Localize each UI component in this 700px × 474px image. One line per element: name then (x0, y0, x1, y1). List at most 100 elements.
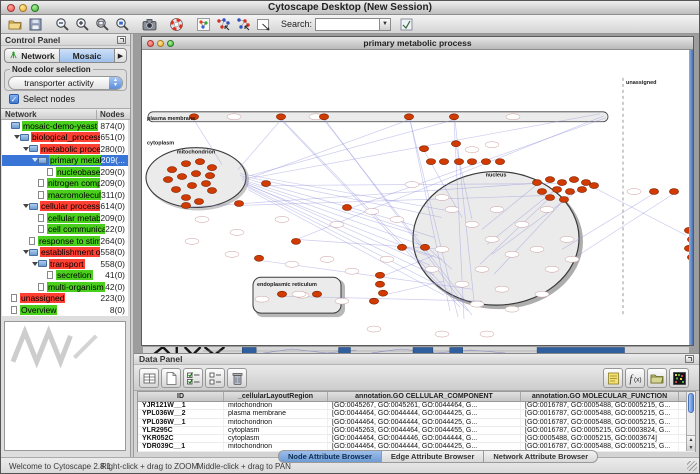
tree-item-cell-communicat[interactable]: cell communicat22(0) (2, 224, 128, 236)
node-label-oval[interactable] (530, 246, 544, 252)
node-label-oval[interactable] (285, 261, 299, 267)
table-row[interactable]: YLR295Ccytoplasm[GO:0045263, GO:0044464,… (138, 427, 695, 435)
network-node[interactable] (312, 291, 321, 297)
network-node[interactable] (167, 167, 176, 173)
network-node[interactable] (291, 238, 300, 244)
network-node[interactable] (378, 290, 387, 296)
tree-item-mosaic-demo-yeast[interactable]: mosaic-demo-yeast874(0) (2, 120, 128, 132)
create-attribute-icon[interactable] (161, 368, 181, 388)
node-label-oval[interactable] (227, 114, 241, 120)
network-node[interactable] (369, 298, 378, 304)
tree-item-unassigned[interactable]: unassigned223(0) (2, 293, 128, 305)
maximize-icon[interactable] (167, 40, 174, 47)
tree-item-establishment-of-lo[interactable]: establishment of lo558(0) (2, 247, 128, 259)
resize-grip[interactable] (687, 461, 697, 471)
node-label-oval[interactable] (485, 236, 499, 242)
zoom-out-icon[interactable] (52, 16, 72, 33)
node-label-oval[interactable] (195, 216, 209, 222)
node-label-oval[interactable] (380, 256, 394, 262)
node-label-oval[interactable] (540, 206, 554, 212)
zoom-in-icon[interactable] (72, 16, 92, 33)
network-node[interactable] (454, 159, 463, 165)
select-nodes-checkbox[interactable]: ✓ (9, 94, 19, 104)
node-label-oval[interactable] (535, 291, 549, 297)
node-label-oval[interactable] (505, 306, 519, 312)
node-label-oval[interactable] (465, 221, 479, 227)
node-label-oval[interactable] (475, 266, 489, 272)
tab-mosaic[interactable]: Mosaic (59, 48, 114, 63)
save-icon[interactable] (25, 16, 45, 33)
table-row[interactable]: YPL036W__1mitochondrion[GO:0044464, GO:0… (138, 419, 695, 427)
table-scrollbar[interactable]: ▲▼ (686, 392, 695, 451)
search-settings-icon[interactable] (396, 16, 416, 33)
node-label-oval[interactable] (435, 246, 449, 252)
column-header[interactable]: annotation.GO CELLULAR_COMPONENT (328, 392, 521, 401)
node-label-oval[interactable] (330, 221, 344, 227)
function-builder-icon[interactable]: f(x) (625, 368, 645, 388)
network-node[interactable] (577, 187, 586, 193)
network-node[interactable] (171, 187, 180, 193)
vizmapper-icon[interactable] (193, 16, 213, 33)
network-node[interactable] (426, 159, 435, 165)
network-node[interactable] (481, 159, 490, 165)
tree-item-cellular-process[interactable]: cellular process614(0) (2, 201, 128, 213)
tree-item-nitrogen-compo[interactable]: nitrogen compo209(0) (2, 178, 128, 190)
tree-item-response-to-stimulu[interactable]: response to stimulu264(0) (2, 235, 128, 247)
network-node[interactable] (557, 180, 566, 186)
network-node[interactable] (559, 197, 568, 203)
scrollbar-thumb[interactable] (688, 393, 694, 413)
node-label-oval[interactable] (435, 195, 449, 201)
expander-icon[interactable] (13, 135, 20, 139)
expander-icon[interactable] (22, 204, 29, 208)
attribute-table-icon[interactable] (139, 368, 159, 388)
tab-node-attribute-browser[interactable]: Node Attribute Browser (278, 450, 381, 463)
network-node[interactable] (537, 189, 546, 195)
zoom-button[interactable] (31, 4, 39, 12)
node-label-oval[interactable] (505, 251, 519, 257)
network-node[interactable] (194, 198, 203, 204)
network-node[interactable] (234, 200, 243, 206)
node-label-oval[interactable] (435, 331, 449, 337)
network-node[interactable] (195, 159, 204, 165)
network-node[interactable] (545, 177, 554, 183)
heatmap-icon[interactable] (669, 368, 689, 388)
column-header[interactable]: annotation.GO MOLECULAR_FUNCTION (521, 392, 679, 401)
tree-item-biological-process[interactable]: biological_process651(0) (2, 132, 128, 144)
search-dropdown-arrow-icon[interactable]: ▼ (379, 18, 391, 31)
network-node[interactable] (669, 189, 678, 195)
network-node[interactable] (420, 244, 429, 250)
tree-item-multi-organism-pro[interactable]: multi-organism pro42(0) (2, 281, 128, 293)
node-label-oval[interactable] (495, 286, 509, 292)
node-label-oval[interactable] (455, 281, 469, 287)
network-window-scrollbar[interactable] (689, 50, 693, 345)
expander-icon[interactable] (31, 158, 38, 162)
expander-icon[interactable] (22, 147, 29, 151)
node-label-oval[interactable] (485, 142, 499, 148)
node-label-oval[interactable] (365, 208, 379, 214)
network-node[interactable] (205, 173, 214, 179)
network-node[interactable] (201, 181, 210, 187)
node-label-oval[interactable] (292, 291, 306, 297)
edit-mode-icon[interactable] (233, 16, 253, 33)
network-node[interactable] (187, 183, 196, 189)
node-label-oval[interactable] (275, 216, 289, 222)
search-input[interactable] (315, 18, 379, 31)
network-node[interactable] (552, 187, 561, 193)
node-label-oval[interactable] (185, 238, 199, 244)
network-node[interactable] (342, 204, 351, 210)
birdseye-view[interactable] (4, 321, 126, 451)
network-node[interactable] (181, 161, 190, 167)
network-window-titlebar[interactable]: primary metabolic process (142, 37, 693, 50)
delete-attribute-icon[interactable] (227, 368, 247, 388)
node-label-oval[interactable] (225, 251, 239, 257)
network-node[interactable] (276, 114, 285, 120)
network-node[interactable] (319, 114, 328, 120)
import-attributes-icon[interactable] (647, 368, 667, 388)
node-label-oval[interactable] (425, 266, 439, 272)
close-icon[interactable] (147, 40, 154, 47)
unselect-attributes-icon[interactable] (205, 368, 225, 388)
tree-header-nodes[interactable]: Nodes (96, 110, 130, 119)
annotation-icon[interactable] (253, 16, 273, 33)
network-node[interactable] (207, 165, 216, 171)
network-node[interactable] (532, 180, 541, 186)
